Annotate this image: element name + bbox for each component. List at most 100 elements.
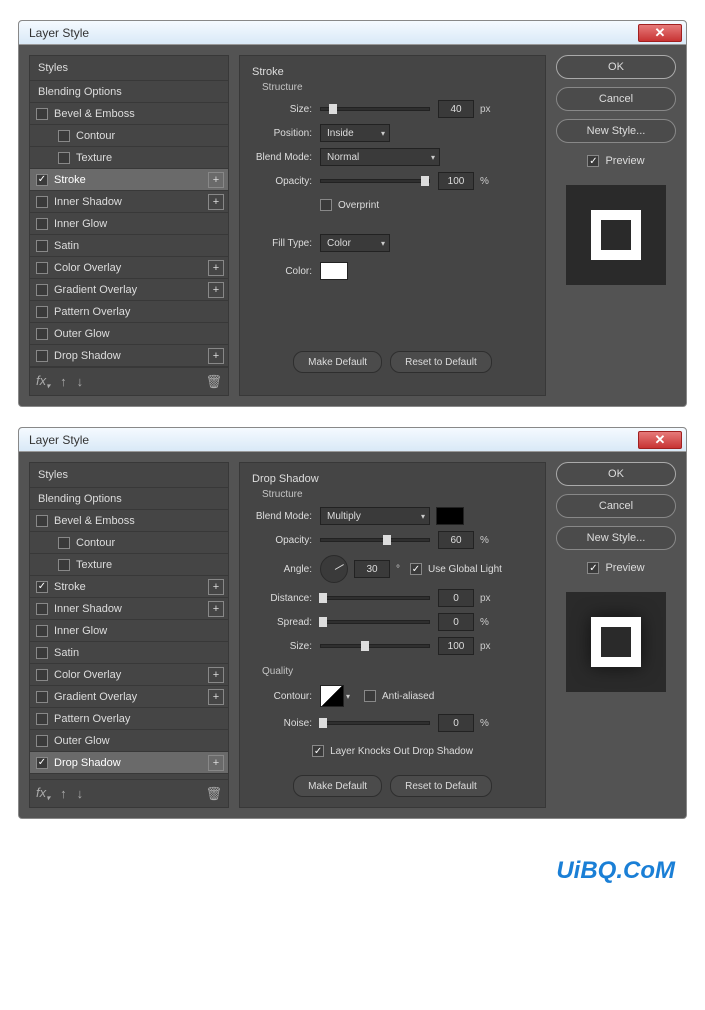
blending-options[interactable]: Blending Options — [30, 488, 228, 510]
style-checkbox[interactable] — [36, 713, 48, 725]
style-checkbox[interactable] — [36, 669, 48, 681]
style-checkbox[interactable] — [36, 350, 48, 362]
cancel-button[interactable]: Cancel — [556, 87, 676, 111]
ok-button[interactable]: OK — [556, 462, 676, 486]
size-slider[interactable] — [320, 107, 430, 111]
add-effect-icon[interactable]: + — [208, 601, 224, 617]
new-style-button[interactable]: New Style... — [556, 119, 676, 143]
angle-dial[interactable] — [320, 555, 348, 583]
blendmode-select[interactable]: Multiply — [320, 507, 430, 525]
add-effect-icon[interactable]: + — [208, 194, 224, 210]
titlebar[interactable]: Layer Style ✕ — [19, 428, 686, 452]
size-input[interactable]: 40 — [438, 100, 474, 118]
ok-button[interactable]: OK — [556, 55, 676, 79]
cancel-button[interactable]: Cancel — [556, 494, 676, 518]
style-checkbox[interactable] — [36, 262, 48, 274]
style-item-texture[interactable]: Texture — [30, 554, 228, 576]
add-effect-icon[interactable]: + — [208, 667, 224, 683]
style-item-contour[interactable]: Contour — [30, 125, 228, 147]
style-checkbox[interactable] — [36, 625, 48, 637]
style-checkbox[interactable] — [36, 603, 48, 615]
opacity-input[interactable]: 60 — [438, 531, 474, 549]
noise-input[interactable]: 0 — [438, 714, 474, 732]
angle-input[interactable]: 30 — [354, 560, 390, 578]
style-item-pattern-overlay[interactable]: Pattern Overlay — [30, 301, 228, 323]
style-item-inner-glow[interactable]: Inner Glow — [30, 213, 228, 235]
opacity-input[interactable]: 100 — [438, 172, 474, 190]
blendmode-select[interactable]: Normal — [320, 148, 440, 166]
close-button[interactable]: ✕ — [638, 24, 682, 42]
style-checkbox[interactable] — [36, 218, 48, 230]
style-checkbox[interactable] — [36, 515, 48, 527]
style-item-drop-shadow[interactable]: Drop Shadow+ — [30, 345, 228, 367]
size-input[interactable]: 100 — [438, 637, 474, 655]
style-checkbox[interactable] — [36, 691, 48, 703]
fx-icon[interactable]: fx▾ — [36, 785, 50, 803]
add-effect-icon[interactable]: + — [208, 755, 224, 771]
reset-default-button[interactable]: Reset to Default — [390, 351, 492, 373]
style-item-drop-shadow[interactable]: ✓Drop Shadow+ — [30, 752, 228, 774]
new-style-button[interactable]: New Style... — [556, 526, 676, 550]
style-checkbox[interactable]: ✓ — [36, 757, 48, 769]
size-slider[interactable] — [320, 644, 430, 648]
contour-picker[interactable] — [320, 685, 344, 707]
style-item-inner-shadow[interactable]: Inner Shadow+ — [30, 191, 228, 213]
style-checkbox[interactable]: ✓ — [36, 174, 48, 186]
distance-slider[interactable] — [320, 596, 430, 600]
chevron-down-icon[interactable]: ▾ — [346, 692, 350, 701]
style-item-satin[interactable]: Satin — [30, 235, 228, 257]
style-item-gradient-overlay[interactable]: Gradient Overlay+ — [30, 279, 228, 301]
style-checkbox[interactable] — [36, 735, 48, 747]
up-arrow-icon[interactable]: ↑ — [60, 786, 67, 801]
add-effect-icon[interactable]: + — [208, 282, 224, 298]
add-effect-icon[interactable]: + — [208, 172, 224, 188]
style-checkbox[interactable] — [36, 240, 48, 252]
global-light-checkbox[interactable]: ✓Use Global Light — [410, 563, 502, 575]
style-checkbox[interactable] — [58, 559, 70, 571]
style-item-stroke[interactable]: ✓Stroke+ — [30, 576, 228, 598]
filltype-select[interactable]: Color — [320, 234, 390, 252]
style-item-outer-glow[interactable]: Outer Glow — [30, 323, 228, 345]
opacity-slider[interactable] — [320, 179, 430, 183]
style-checkbox[interactable] — [58, 152, 70, 164]
style-item-pattern-overlay[interactable]: Pattern Overlay — [30, 708, 228, 730]
preview-checkbox[interactable]: ✓Preview — [556, 562, 676, 574]
shadow-color-swatch[interactable] — [436, 507, 464, 525]
make-default-button[interactable]: Make Default — [293, 351, 382, 373]
style-checkbox[interactable]: ✓ — [36, 581, 48, 593]
close-button[interactable]: ✕ — [638, 431, 682, 449]
make-default-button[interactable]: Make Default — [293, 775, 382, 797]
down-arrow-icon[interactable]: ↓ — [77, 374, 84, 389]
trash-icon[interactable]: 🗑 — [205, 374, 222, 390]
color-swatch[interactable] — [320, 262, 348, 280]
noise-slider[interactable] — [320, 721, 430, 725]
style-checkbox[interactable] — [36, 284, 48, 296]
style-item-inner-shadow[interactable]: Inner Shadow+ — [30, 598, 228, 620]
style-item-inner-glow[interactable]: Inner Glow — [30, 620, 228, 642]
titlebar[interactable]: Layer Style ✕ — [19, 21, 686, 45]
knocks-out-checkbox[interactable]: ✓Layer Knocks Out Drop Shadow — [312, 745, 473, 757]
preview-checkbox[interactable]: ✓Preview — [556, 155, 676, 167]
style-item-bevel-emboss[interactable]: Bevel & Emboss — [30, 103, 228, 125]
style-checkbox[interactable] — [36, 647, 48, 659]
style-checkbox[interactable] — [58, 130, 70, 142]
style-item-bevel-emboss[interactable]: Bevel & Emboss — [30, 510, 228, 532]
reset-default-button[interactable]: Reset to Default — [390, 775, 492, 797]
style-item-color-overlay[interactable]: Color Overlay+ — [30, 664, 228, 686]
style-item-satin[interactable]: Satin — [30, 642, 228, 664]
style-item-contour[interactable]: Contour — [30, 532, 228, 554]
opacity-slider[interactable] — [320, 538, 430, 542]
spread-input[interactable]: 0 — [438, 613, 474, 631]
down-arrow-icon[interactable]: ↓ — [77, 786, 84, 801]
style-item-stroke[interactable]: ✓Stroke+ — [30, 169, 228, 191]
style-item-color-overlay[interactable]: Color Overlay+ — [30, 257, 228, 279]
style-item-texture[interactable]: Texture — [30, 147, 228, 169]
style-item-gradient-overlay[interactable]: Gradient Overlay+ — [30, 686, 228, 708]
style-checkbox[interactable] — [36, 306, 48, 318]
style-checkbox[interactable] — [58, 537, 70, 549]
distance-input[interactable]: 0 — [438, 589, 474, 607]
trash-icon[interactable]: 🗑 — [205, 786, 222, 802]
add-effect-icon[interactable]: + — [208, 579, 224, 595]
overprint-checkbox[interactable]: Overprint — [320, 199, 379, 211]
position-select[interactable]: Inside — [320, 124, 390, 142]
